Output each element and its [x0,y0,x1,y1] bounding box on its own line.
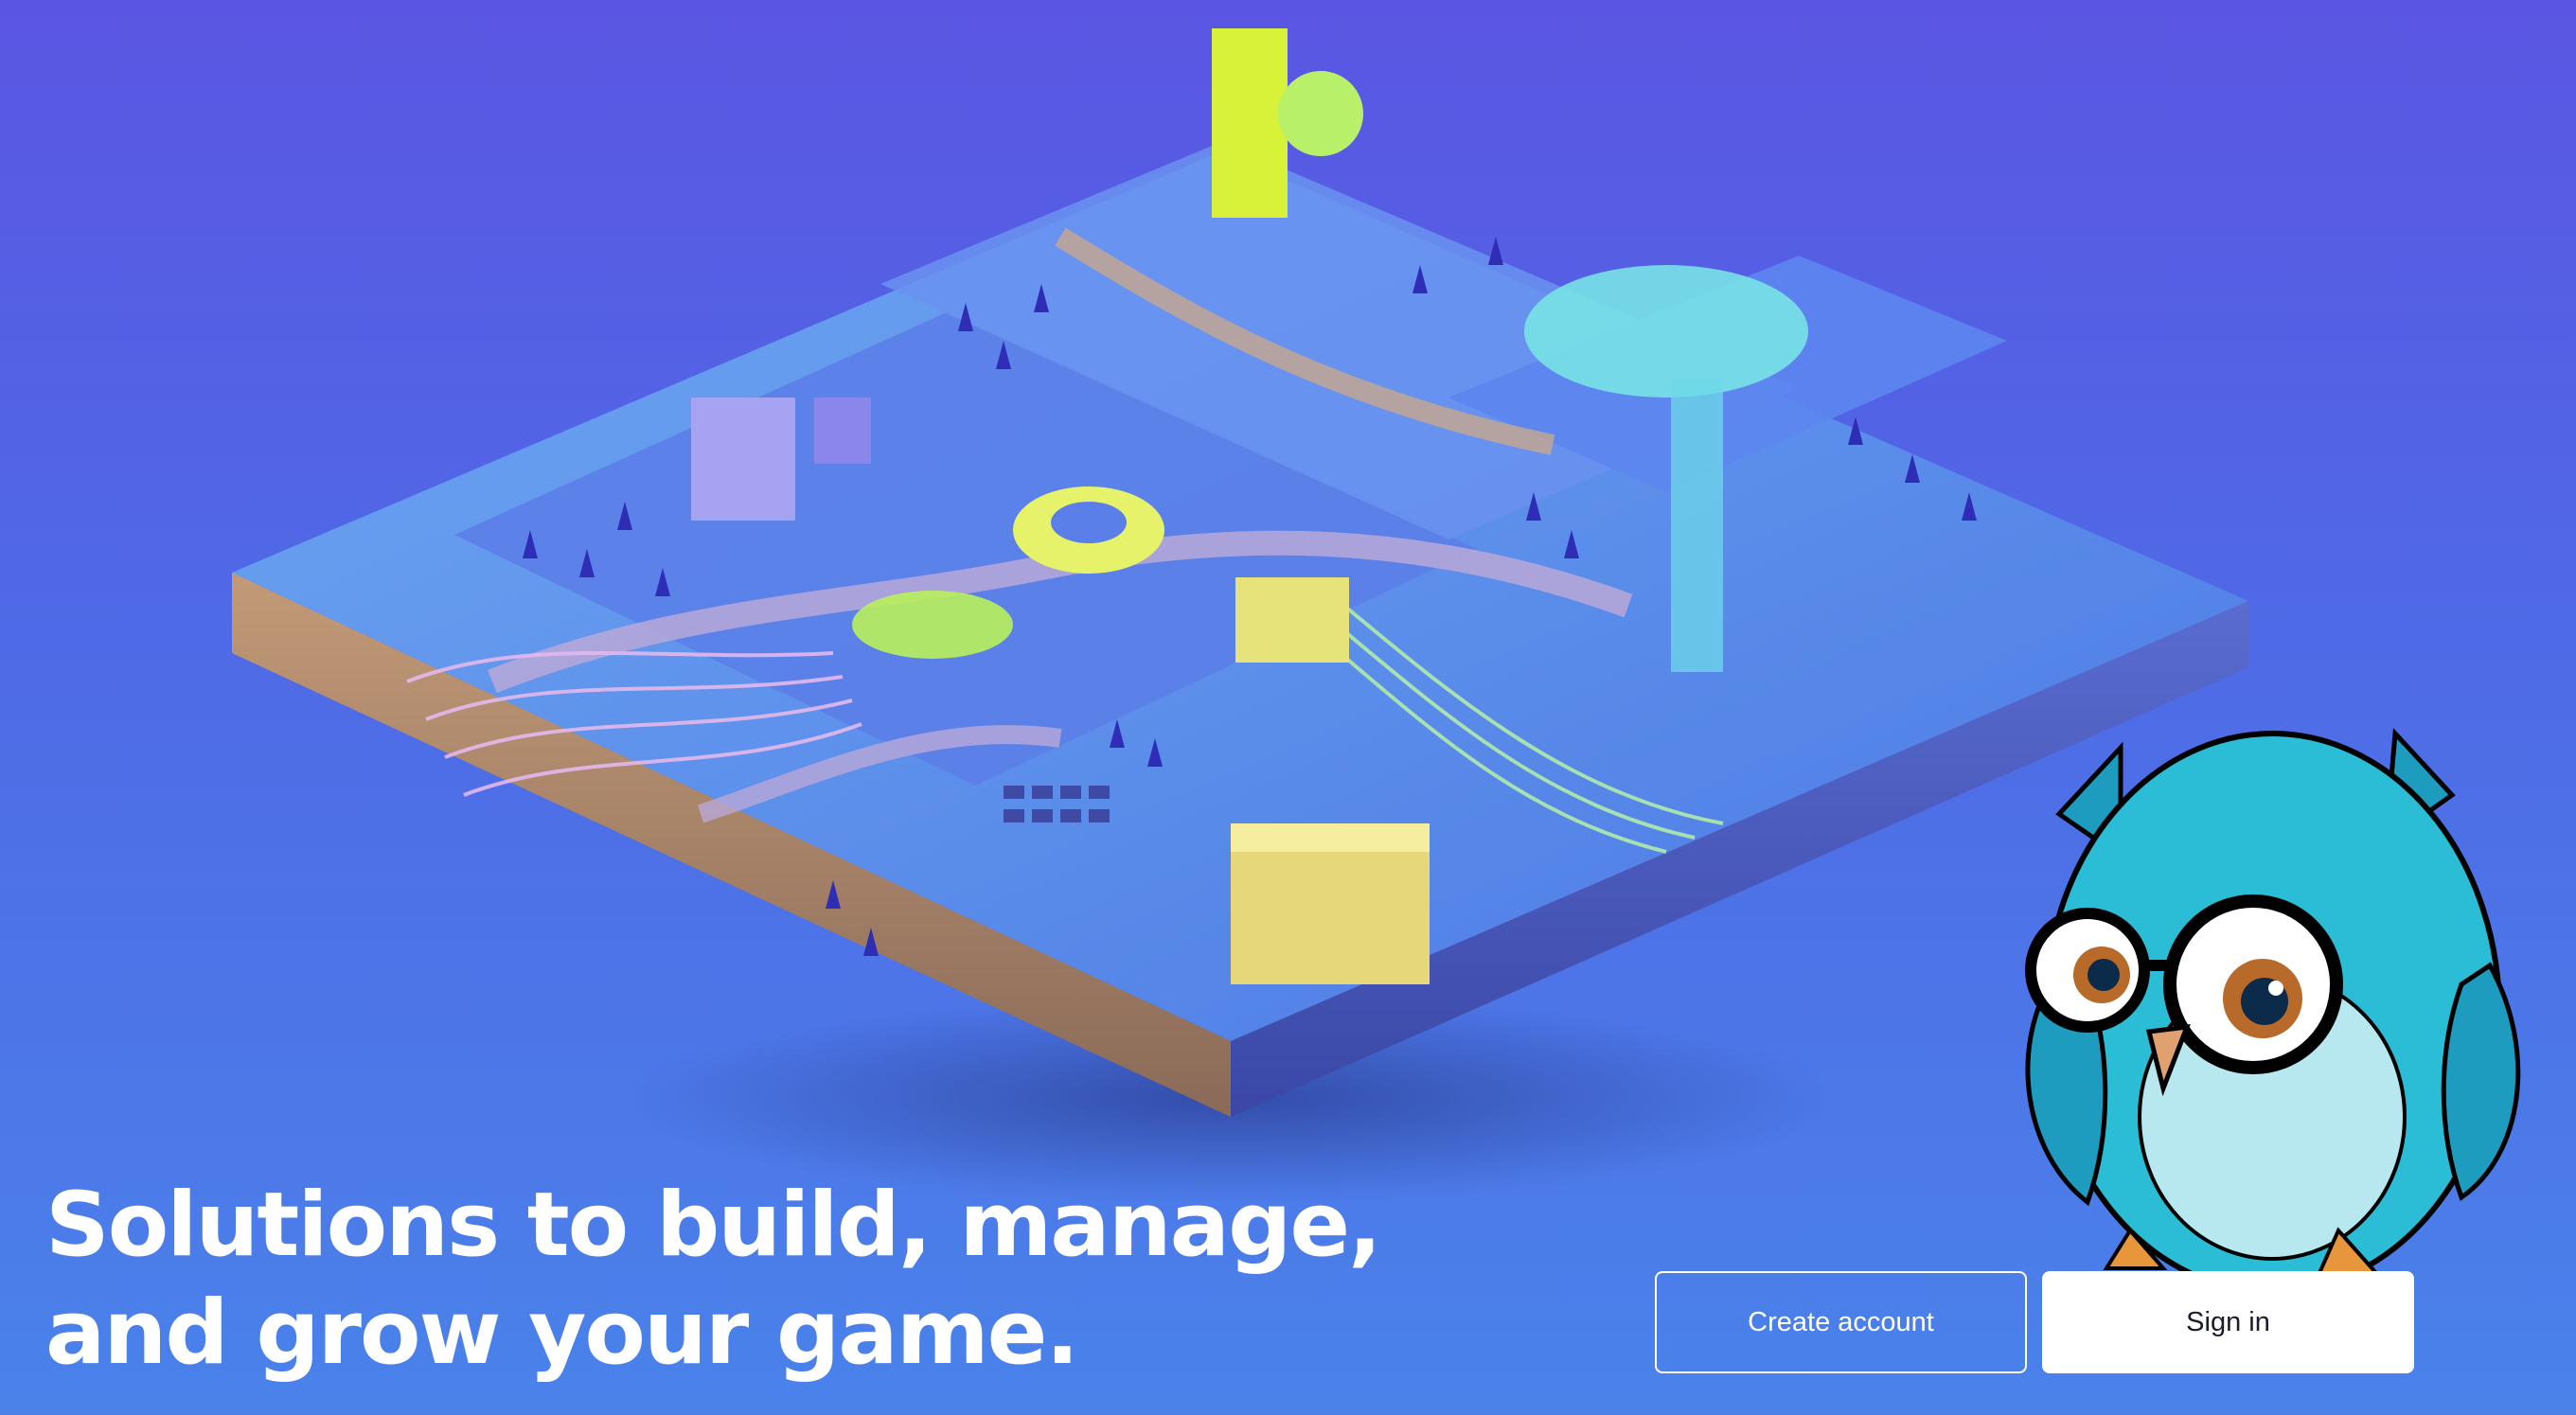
city-diorama [232,28,2248,1117]
headline-line-2: and grow your game. [45,1282,1079,1385]
create-account-label: Create account [1748,1306,1934,1337]
create-account-button[interactable]: Create account [1655,1271,2027,1373]
sign-in-button[interactable]: Sign in [2042,1271,2414,1373]
landing-hero: Solutions to build, manage, and grow you… [0,0,2576,1415]
sign-in-label: Sign in [2186,1306,2270,1337]
hero-headline: Solutions to build, manage, and grow you… [45,1172,1382,1388]
owl-mascot [2025,728,2521,1295]
headline-line-1: Solutions to build, manage, [45,1174,1382,1277]
